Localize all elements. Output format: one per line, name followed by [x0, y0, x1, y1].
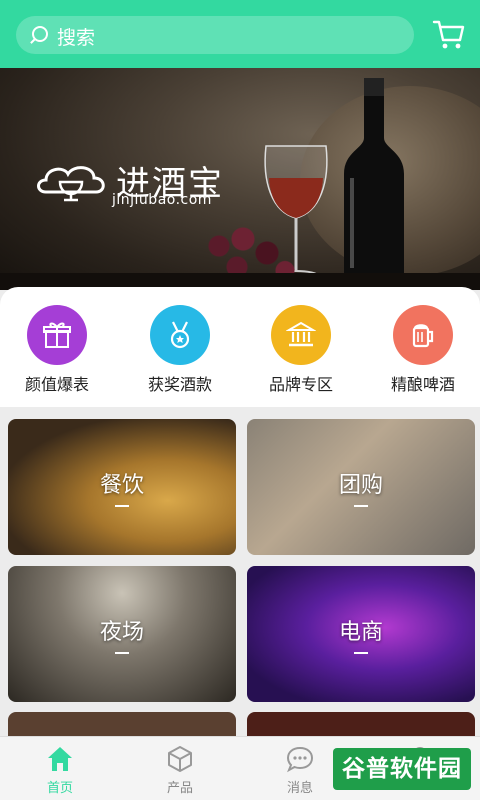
- tile-group-buy[interactable]: 团购: [247, 419, 475, 555]
- tile-underline: [115, 505, 129, 507]
- tile-underline: [354, 505, 368, 507]
- home-icon: [48, 747, 72, 771]
- gift-icon: [43, 322, 71, 348]
- category-brand[interactable]: 品牌专区: [246, 305, 356, 395]
- site-watermark: 谷普软件园: [333, 748, 471, 790]
- category-panel: 颜值爆表 获奖酒款 品牌专区 精酿啤酒: [0, 287, 480, 407]
- search-icon: [32, 26, 48, 42]
- search-placeholder: 搜索: [57, 27, 96, 49]
- category-label: 获奖酒款: [147, 375, 212, 394]
- category-label: 品牌专区: [268, 375, 333, 394]
- tile-title: 夜场: [99, 620, 144, 645]
- category-circle: [150, 305, 210, 365]
- category-beauty[interactable]: 颜值爆表: [2, 305, 112, 395]
- tile-title: 餐饮: [99, 473, 144, 498]
- category-label: 颜值爆表: [24, 375, 89, 394]
- brand-domain: jinjiubao.com: [112, 192, 212, 208]
- cart-icon[interactable]: [432, 18, 466, 52]
- category-circle: [393, 305, 453, 365]
- category-circle: [271, 305, 331, 365]
- box-icon: [168, 746, 192, 772]
- tile-ecommerce[interactable]: 电商: [247, 566, 475, 702]
- header-bar: 搜索: [0, 0, 480, 68]
- tab-label: 首页: [46, 781, 73, 796]
- tile-title: 团购: [338, 473, 383, 498]
- category-award[interactable]: 获奖酒款: [125, 305, 235, 395]
- promo-banner[interactable]: 进酒宝 jinjiubao.com: [0, 68, 480, 290]
- medal-icon: [170, 321, 190, 349]
- wine-bottle-icon: [344, 78, 404, 278]
- tile-nightlife[interactable]: 夜场: [8, 566, 236, 702]
- tab-home[interactable]: 首页: [0, 737, 120, 800]
- beer-icon: [412, 324, 434, 348]
- brand-logo-icon: [37, 166, 105, 202]
- category-circle: [27, 305, 87, 365]
- tile-title: 电商: [338, 620, 383, 645]
- search-input[interactable]: 搜索: [16, 16, 414, 54]
- category-craft-beer[interactable]: 精酿啤酒: [368, 305, 478, 395]
- tab-products[interactable]: 产品: [120, 737, 240, 800]
- bank-icon: [286, 321, 316, 347]
- tile-underline: [354, 652, 368, 654]
- chat-icon: [286, 746, 314, 773]
- tab-label: 产品: [166, 781, 193, 796]
- tile-underline: [115, 652, 129, 654]
- category-label: 精酿啤酒: [390, 375, 455, 394]
- tile-dining[interactable]: 餐饮: [8, 419, 236, 555]
